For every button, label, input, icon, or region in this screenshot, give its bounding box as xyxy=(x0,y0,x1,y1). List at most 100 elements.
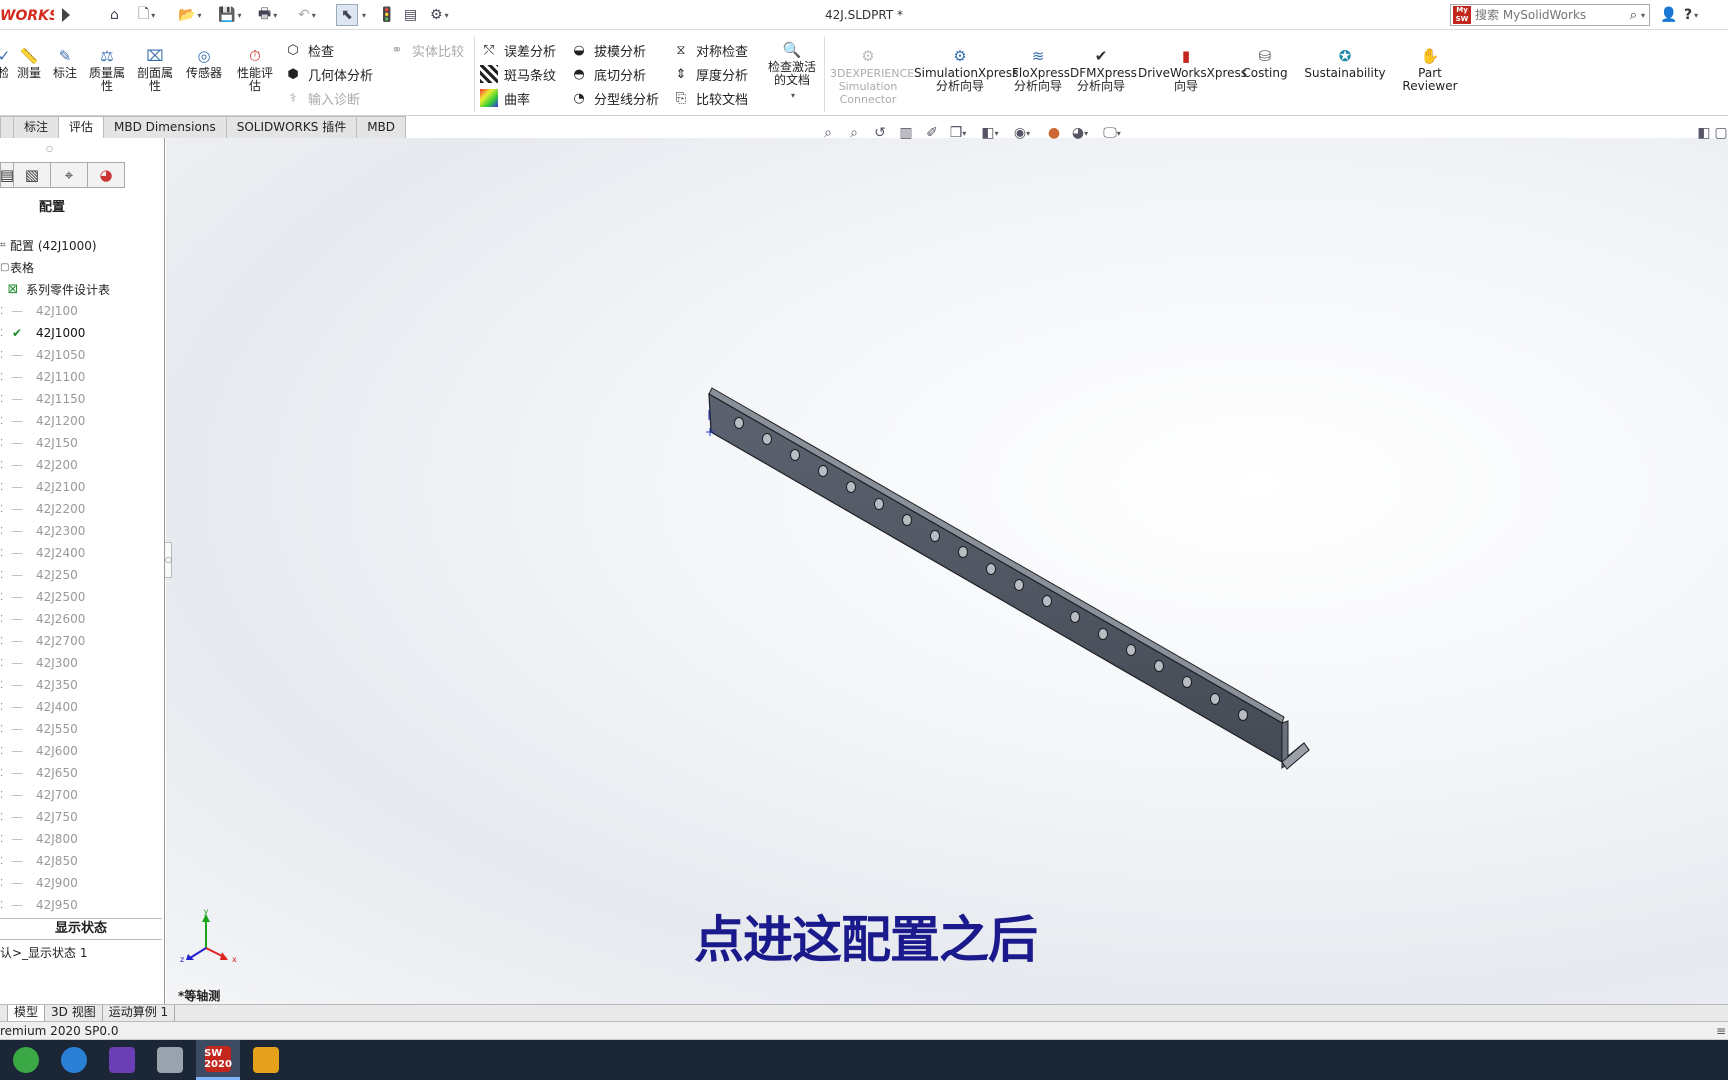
dynamic-annotation-icon[interactable]: ✐ xyxy=(920,122,944,144)
search-dropdown-icon[interactable]: ▾ xyxy=(1641,11,1645,20)
section-view-icon[interactable]: ▥ xyxy=(894,122,918,144)
part-model[interactable] xyxy=(166,138,1728,1006)
rebuild-icon[interactable]: 🚦 xyxy=(378,4,395,26)
section-properties-button[interactable]: ⌧ 剖面属性 xyxy=(134,46,176,93)
previous-view-icon[interactable]: ↺ xyxy=(868,122,892,144)
solidworks-logo[interactable]: WORKS xyxy=(0,6,54,26)
edit-appearance-icon[interactable]: ● xyxy=(1042,122,1066,144)
configuration-item[interactable]: ⁚ —42J650 xyxy=(0,762,165,784)
print-button[interactable]: 🖶 ▾ xyxy=(258,4,277,26)
deviation-analysis-button[interactable]: ⤲ 误差分析 xyxy=(480,40,556,60)
configuration-item[interactable]: ⁚ —42J2300 xyxy=(0,520,165,542)
tab-partial[interactable] xyxy=(0,116,14,138)
costing-button[interactable]: ⛁ Costing xyxy=(1240,46,1290,80)
home-icon[interactable]: ⌂ xyxy=(110,4,119,26)
options-gear-icon[interactable]: ⚙ ▾ xyxy=(430,4,449,26)
tab-3d-views[interactable]: 3D 视图 xyxy=(45,1005,103,1021)
menu-expand-arrow-icon[interactable] xyxy=(62,8,70,22)
compare-bodies-button[interactable]: ⚭ 实体比较 xyxy=(388,40,464,60)
compare-documents-button[interactable]: ⎘ 比较文档 xyxy=(672,88,748,108)
panel-grip-icon[interactable]: ○ xyxy=(46,144,53,153)
configuration-item[interactable]: ⁚ —42J400 xyxy=(0,696,165,718)
curvature-button[interactable]: 曲率 xyxy=(480,88,530,108)
taskbar-button[interactable] xyxy=(4,1040,48,1080)
floxpress-button[interactable]: ≋ FloXpress 分析向导 xyxy=(1012,46,1070,93)
sustainability-button[interactable]: ✪ Sustainability xyxy=(1304,46,1385,80)
apply-scene-icon[interactable]: ◕ ▾ xyxy=(1068,122,1092,144)
check-active-document-button[interactable]: 🔍 检查激活的文档 ▾ xyxy=(764,40,820,102)
tab-mbd[interactable]: MBD xyxy=(356,116,407,138)
configuration-item[interactable]: ⁚ —42J1200 xyxy=(0,410,165,432)
configuration-item[interactable]: ⁚ —42J2700 xyxy=(0,630,165,652)
configuration-item[interactable]: ⁚ —42J200 xyxy=(0,454,165,476)
geometry-analysis-button[interactable]: ⬢ 几何体分析 xyxy=(284,64,373,84)
bottom-tab-partial[interactable] xyxy=(0,1005,8,1021)
3dexperience-connector-button[interactable]: ⚙ 3DEXPERIENCE Simulation Connector xyxy=(830,46,914,106)
taskbar-button[interactable]: SW 2020 xyxy=(196,1040,240,1080)
taskbar-button[interactable] xyxy=(52,1040,96,1080)
panel-restore-icon[interactable]: ▢ xyxy=(1714,122,1728,144)
tab-model[interactable]: 模型 xyxy=(8,1005,46,1021)
save-button[interactable]: 💾 ▾ xyxy=(218,4,241,26)
configuration-item[interactable]: ⁚ —42J350 xyxy=(0,674,165,696)
configuration-item[interactable]: ⁚ —42J2600 xyxy=(0,608,165,630)
thickness-analysis-button[interactable]: ⇕ 厚度分析 xyxy=(672,64,748,84)
configuration-item[interactable]: ⁚ —42J1100 xyxy=(0,366,165,388)
help-icon[interactable]: ? ▾ xyxy=(1684,4,1698,26)
configuration-item[interactable]: ⁚ —42J800 xyxy=(0,828,165,850)
check-button[interactable]: ⬡ 检查 xyxy=(284,40,334,60)
configuration-item[interactable]: ⁚ —42J2200 xyxy=(0,498,165,520)
configuration-item[interactable]: ⁚ —42J1050 xyxy=(0,344,165,366)
tab-mbd-dimensions[interactable]: MBD Dimensions xyxy=(103,116,227,138)
configuration-item[interactable]: ⁚ —42J250 xyxy=(0,564,165,586)
configuration-item[interactable]: ⁚ —42J550 xyxy=(0,718,165,740)
configuration-item[interactable]: ⁚ —42J100 xyxy=(0,300,165,322)
simulationxpress-button[interactable]: ⚙ SimulationXpress 分析向导 xyxy=(914,46,1018,93)
configuration-item[interactable]: ⁚ —42J2500 xyxy=(0,586,165,608)
design-check-button[interactable]: ✓ 检 xyxy=(0,46,8,80)
display-manager-tab-icon[interactable]: ◕ xyxy=(87,162,125,188)
select-pointer-button[interactable]: ⬉ xyxy=(336,4,358,26)
parting-line-analysis-button[interactable]: ◔ 分型线分析 xyxy=(570,88,659,108)
display-state-item[interactable]: 认>_显示状态 1 xyxy=(0,944,88,961)
configuration-item[interactable]: ⁚ —42J150 xyxy=(0,432,165,454)
configuration-item[interactable]: ⁚ —42J600 xyxy=(0,740,165,762)
view-settings-icon[interactable]: 🖵 ▾ xyxy=(1100,122,1124,144)
dfmxpress-button[interactable]: ✔ DFMXpress 分析向导 xyxy=(1070,46,1137,93)
configuration-item[interactable]: ⁚ —42J2100 xyxy=(0,476,165,498)
draft-analysis-button[interactable]: ◒ 拔模分析 xyxy=(570,40,646,60)
part-reviewer-button[interactable]: ✋ Part Reviewer xyxy=(1400,46,1460,93)
undercut-analysis-button[interactable]: ◓ 底切分析 xyxy=(570,64,646,84)
feature-manager-tab-icon[interactable]: ▤ xyxy=(0,162,14,188)
user-icon[interactable]: 👤 xyxy=(1660,4,1677,26)
graphics-area[interactable] xyxy=(166,138,1728,1006)
sensor-button[interactable]: ◎ 传感器 xyxy=(182,46,226,80)
configuration-item[interactable]: ⁚ —42J2400 xyxy=(0,542,165,564)
symmetry-check-button[interactable]: ⧖ 对称检查 xyxy=(672,40,748,60)
tab-solidworks-addins[interactable]: SOLIDWORKS 插件 xyxy=(225,116,358,138)
import-diagnostics-button[interactable]: ⚕ 输入诊断 xyxy=(284,88,360,108)
performance-evaluation-button[interactable]: ⏱ 性能评估 xyxy=(234,46,276,93)
undo-button[interactable]: ↶ ▾ xyxy=(298,4,316,26)
panel-splitter-grip[interactable]: ○ xyxy=(165,542,172,578)
configuration-item[interactable]: ⁚ ✔ 42J1000 xyxy=(0,322,165,344)
taskbar-button[interactable] xyxy=(244,1040,288,1080)
zoom-to-area-icon[interactable]: ⌕ xyxy=(842,122,866,144)
tree-root-configurations[interactable]: ⌗ 配置 (42J1000) xyxy=(0,234,165,256)
tree-design-table[interactable]: ⊠ 系列零件设计表 xyxy=(0,278,165,300)
markup-button[interactable]: ✎ 标注 xyxy=(50,46,80,80)
view-orientation-icon[interactable]: ❒ ▾ xyxy=(946,122,970,144)
search-input[interactable] xyxy=(1471,8,1630,22)
taskbar-button[interactable] xyxy=(148,1040,192,1080)
configuration-item[interactable]: ⁚ —42J950 xyxy=(0,894,165,916)
tab-evaluate[interactable]: 评估 xyxy=(58,116,105,138)
file-properties-icon[interactable]: ▤ xyxy=(404,4,417,26)
tab-markup[interactable]: 标注 xyxy=(13,116,60,138)
mass-properties-button[interactable]: ⚖ 质量属性 xyxy=(86,46,128,93)
configuration-manager-tab-icon[interactable]: ⌖ xyxy=(50,162,88,188)
configuration-item[interactable]: ⁚ —42J1150 xyxy=(0,388,165,410)
configuration-item[interactable]: ⁚ —42J750 xyxy=(0,806,165,828)
select-dropdown-icon[interactable]: ▾ xyxy=(360,4,366,26)
tree-tables-folder[interactable]: ▢ 表格 xyxy=(0,256,165,278)
configuration-item[interactable]: ⁚ —42J900 xyxy=(0,872,165,894)
